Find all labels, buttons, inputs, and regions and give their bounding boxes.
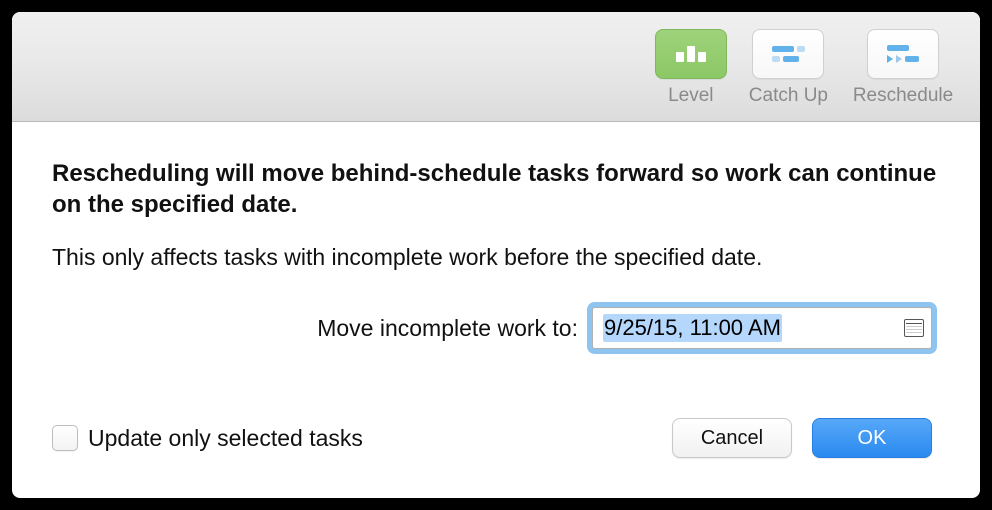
dialog-footer: Update only selected tasks Cancel OK bbox=[52, 418, 940, 458]
date-field[interactable]: 9/25/15, 11:00 AM bbox=[592, 307, 932, 349]
toolbar-item-reschedule[interactable]: Reschedule bbox=[838, 29, 968, 107]
reschedule-label: Reschedule bbox=[853, 85, 953, 107]
date-field-text: 9/25/15, 11:00 AM bbox=[603, 314, 782, 342]
date-field-row: Move incomplete work to: 9/25/15, 11:00 … bbox=[52, 307, 940, 349]
cancel-button[interactable]: Cancel bbox=[672, 418, 792, 458]
reschedule-icon bbox=[867, 29, 939, 79]
dialog-button-group: Cancel OK bbox=[672, 418, 932, 458]
date-field-label: Move incomplete work to: bbox=[317, 315, 578, 342]
dialog-toolbar: Level Catch Up Reschedule bbox=[12, 12, 980, 122]
reschedule-dialog-window: Level Catch Up Reschedule Rescheduling w… bbox=[12, 12, 980, 498]
dialog-content: Rescheduling will move behind-schedule t… bbox=[12, 122, 980, 498]
toolbar-item-level[interactable]: Level bbox=[643, 29, 739, 107]
dialog-headline: Rescheduling will move behind-schedule t… bbox=[52, 158, 940, 220]
calendar-picker-button[interactable] bbox=[897, 308, 931, 348]
update-selected-checkbox-row[interactable]: Update only selected tasks bbox=[52, 425, 363, 452]
level-label: Level bbox=[668, 85, 713, 107]
update-selected-checkbox[interactable] bbox=[52, 425, 78, 451]
catch-up-icon bbox=[752, 29, 824, 79]
dialog-subtext: This only affects tasks with incomplete … bbox=[52, 244, 940, 271]
ok-button[interactable]: OK bbox=[812, 418, 932, 458]
calendar-icon bbox=[904, 319, 924, 337]
date-field-value[interactable]: 9/25/15, 11:00 AM bbox=[593, 308, 897, 348]
catch-up-label: Catch Up bbox=[749, 85, 828, 107]
update-selected-checkbox-label: Update only selected tasks bbox=[88, 425, 363, 452]
level-icon bbox=[655, 29, 727, 79]
toolbar-item-catch-up[interactable]: Catch Up bbox=[739, 29, 838, 107]
